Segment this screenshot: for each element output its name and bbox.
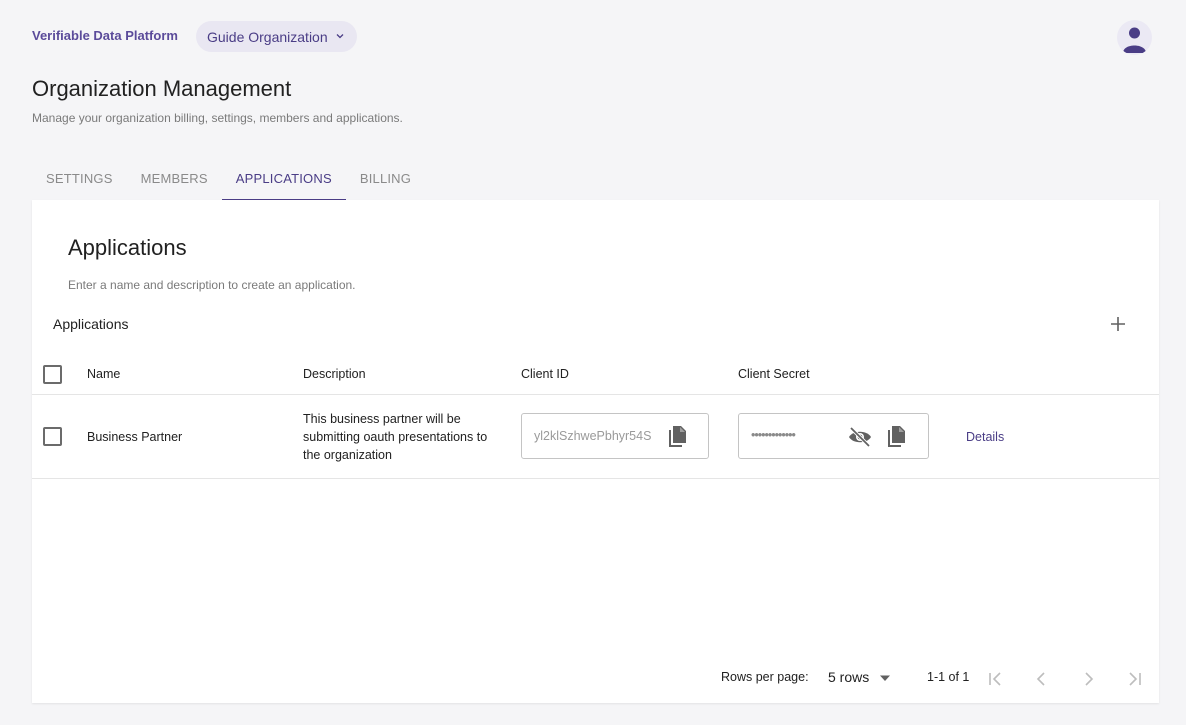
card-subtitle: Enter a name and description to create a… bbox=[68, 278, 356, 292]
page-subtitle: Manage your organization billing, settin… bbox=[32, 111, 403, 125]
applications-card: Applications Enter a name and descriptio… bbox=[32, 200, 1159, 703]
organization-selector-label: Guide Organization bbox=[207, 28, 328, 45]
visibility-off-icon[interactable] bbox=[848, 426, 872, 448]
tab-settings[interactable]: SETTINGS bbox=[32, 162, 127, 200]
client-secret-value: ••••••••••••• bbox=[751, 428, 796, 442]
rows-per-page-value: 5 rows bbox=[828, 669, 870, 685]
column-client-secret: Client Secret bbox=[738, 367, 810, 381]
details-link[interactable]: Details bbox=[966, 430, 1004, 444]
select-all-checkbox[interactable] bbox=[43, 365, 62, 384]
pagination-range: 1-1 of 1 bbox=[927, 670, 970, 684]
rows-per-page-select[interactable]: 5 rows bbox=[828, 669, 891, 685]
tab-members[interactable]: MEMBERS bbox=[127, 162, 222, 200]
row-description: This business partner will be submitting… bbox=[303, 412, 488, 462]
chevron-down-icon bbox=[336, 34, 344, 39]
user-icon bbox=[1123, 27, 1146, 53]
row-checkbox[interactable] bbox=[43, 427, 62, 446]
column-client-id: Client ID bbox=[521, 367, 569, 381]
column-description: Description bbox=[303, 367, 366, 381]
card-title: Applications bbox=[68, 235, 187, 260]
copy-icon[interactable] bbox=[885, 425, 907, 449]
copy-icon[interactable] bbox=[666, 425, 688, 449]
add-icon[interactable] bbox=[1108, 314, 1128, 334]
caret-down-icon bbox=[880, 675, 891, 681]
tab-bar: SETTINGS MEMBERS APPLICATIONS BILLING bbox=[32, 162, 425, 200]
user-avatar[interactable] bbox=[1117, 20, 1152, 55]
column-name: Name bbox=[87, 367, 121, 381]
tab-billing[interactable]: BILLING bbox=[346, 162, 425, 200]
client-id-field[interactable]: yl2klSzhwePbhyr54S bbox=[521, 413, 709, 459]
page-title: Organization Management bbox=[32, 76, 292, 101]
client-id-value: yl2klSzhwePbhyr54S bbox=[534, 429, 652, 443]
client-secret-field[interactable]: ••••••••••••• bbox=[738, 413, 929, 459]
next-page-icon[interactable] bbox=[1079, 670, 1097, 688]
first-page-icon[interactable] bbox=[987, 670, 1005, 688]
table-row: Business Partner This business partner w… bbox=[32, 395, 1159, 479]
tab-applications[interactable]: APPLICATIONS bbox=[221, 162, 346, 200]
organization-selector[interactable]: Guide Organization bbox=[196, 21, 357, 52]
brand-title: Verifiable Data Platform bbox=[32, 28, 178, 43]
table-header: Name Description Client ID Client Secret bbox=[32, 355, 1159, 395]
rows-per-page-label: Rows per page: bbox=[721, 670, 809, 684]
previous-page-icon[interactable] bbox=[1033, 670, 1051, 688]
table-title: Applications bbox=[53, 316, 129, 332]
last-page-icon[interactable] bbox=[1125, 670, 1143, 688]
row-name: Business Partner bbox=[87, 430, 183, 444]
